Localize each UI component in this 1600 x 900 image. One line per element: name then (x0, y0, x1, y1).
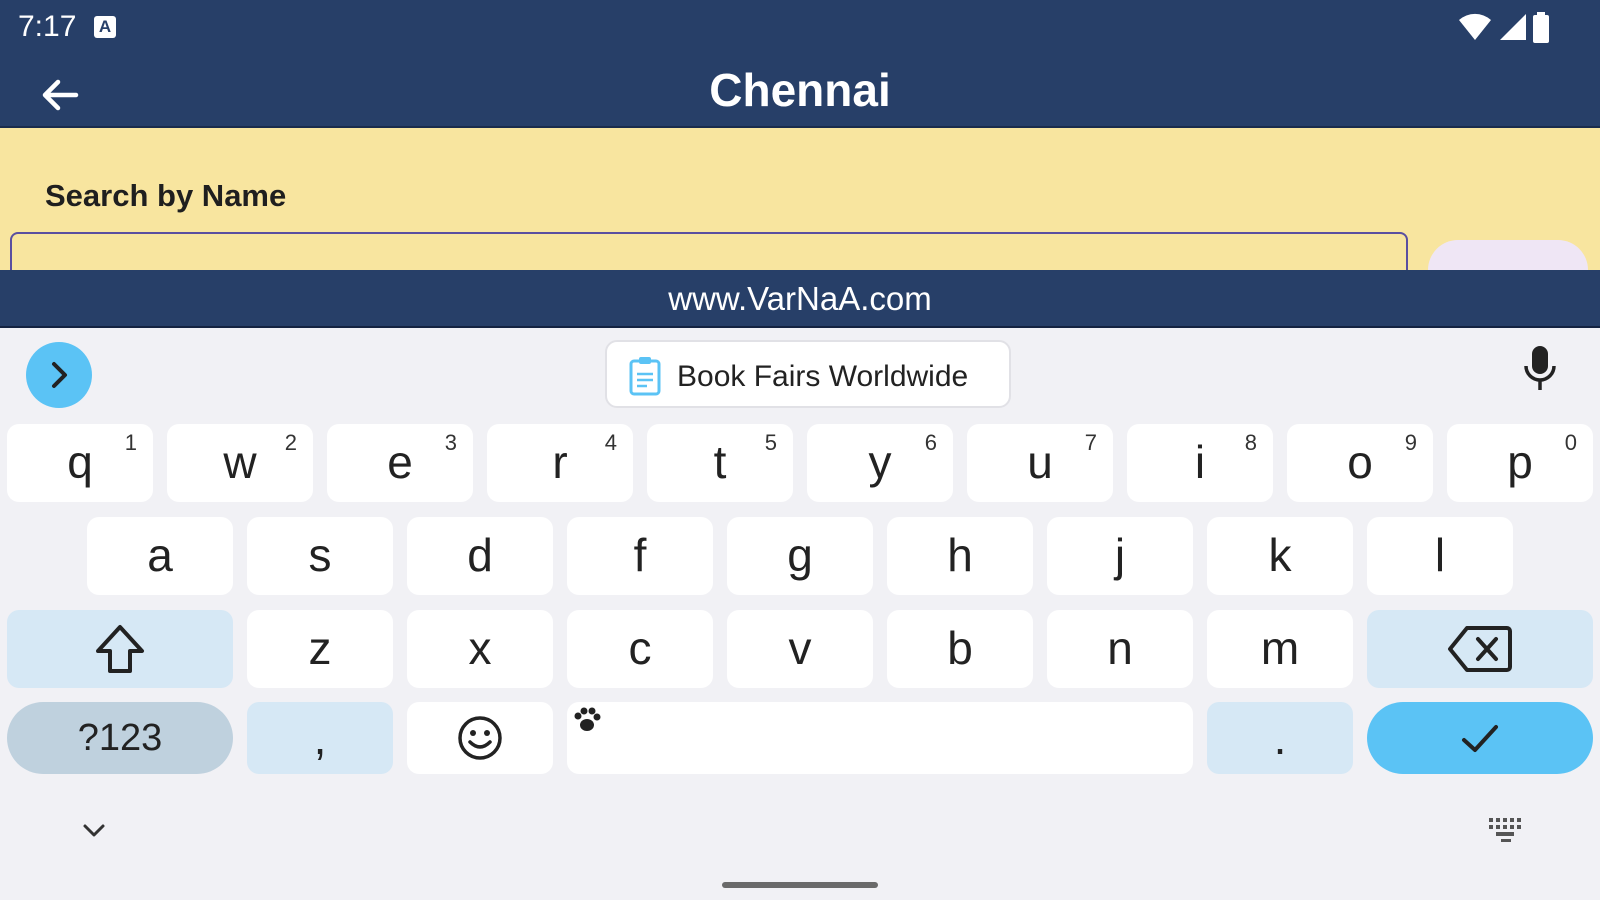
key-y[interactable]: y6 (807, 424, 953, 502)
microphone-icon[interactable] (1520, 344, 1560, 394)
key-c[interactable]: c (567, 610, 713, 688)
key-o[interactable]: o9 (1287, 424, 1433, 502)
enter-key[interactable] (1367, 702, 1593, 774)
navigation-handle[interactable] (722, 882, 878, 888)
key-e[interactable]: e3 (327, 424, 473, 502)
symbols-key[interactable]: ?123 (7, 702, 233, 774)
key-u[interactable]: u7 (967, 424, 1113, 502)
space-key[interactable] (567, 702, 1193, 774)
suggestion-chip-label: Book Fairs Worldwide (677, 360, 969, 393)
key-k[interactable]: k (1207, 517, 1353, 595)
keyboard-expand-button[interactable] (26, 342, 92, 408)
key-j[interactable]: j (1047, 517, 1193, 595)
signal-icon (1499, 14, 1526, 40)
search-button[interactable] (1428, 240, 1588, 270)
key-n[interactable]: n (1047, 610, 1193, 688)
key-b[interactable]: b (887, 610, 1033, 688)
notification-badge: A (94, 16, 116, 38)
key-g[interactable]: g (727, 517, 873, 595)
key-d[interactable]: d (407, 517, 553, 595)
key-r[interactable]: r4 (487, 424, 633, 502)
key-h[interactable]: h (887, 517, 1033, 595)
key-f[interactable]: f (567, 517, 713, 595)
chevron-right-icon (52, 362, 67, 388)
key-v[interactable]: v (727, 610, 873, 688)
website-banner[interactable]: www.VarNaA.com (0, 270, 1600, 328)
search-section: Search by Name (0, 128, 1600, 270)
status-time: 7:17 (18, 10, 77, 43)
emoji-key[interactable] (407, 702, 553, 774)
key-p[interactable]: p0 (1447, 424, 1593, 502)
keyboard-switch-icon[interactable] (1487, 816, 1527, 844)
key-m[interactable]: m (1207, 610, 1353, 688)
chevron-down-icon[interactable] (80, 820, 108, 842)
key-x[interactable]: x (407, 610, 553, 688)
check-icon (1462, 725, 1498, 752)
status-bar: 7:17 A (0, 0, 1600, 55)
key-s[interactable]: s (247, 517, 393, 595)
soft-keyboard: Book Fairs Worldwide q1 w2 e3 r4 t5 y6 u… (0, 330, 1600, 900)
app-bar: Chennai (0, 55, 1600, 128)
search-input[interactable] (10, 232, 1408, 270)
wifi-icon (1459, 13, 1492, 40)
key-period[interactable]: . (1207, 702, 1353, 774)
key-l[interactable]: l (1367, 517, 1513, 595)
backspace-icon (1448, 626, 1512, 672)
key-comma[interactable]: , (247, 702, 393, 774)
clipboard-suggestion-chip[interactable]: Book Fairs Worldwide (605, 340, 1011, 408)
key-i[interactable]: i8 (1127, 424, 1273, 502)
shift-key[interactable] (7, 610, 233, 688)
page-title: Chennai (709, 64, 891, 116)
status-icons (1457, 12, 1550, 44)
search-label: Search by Name (45, 178, 287, 213)
key-z[interactable]: z (247, 610, 393, 688)
backspace-key[interactable] (1367, 610, 1593, 688)
battery-icon (1533, 12, 1549, 43)
key-w[interactable]: w2 (167, 424, 313, 502)
paw-icon (574, 707, 601, 731)
key-t[interactable]: t5 (647, 424, 793, 502)
emoji-icon (458, 716, 502, 760)
clipboard-icon (629, 357, 661, 396)
key-q[interactable]: q1 (7, 424, 153, 502)
key-a[interactable]: a (87, 517, 233, 595)
shift-icon (96, 625, 144, 673)
